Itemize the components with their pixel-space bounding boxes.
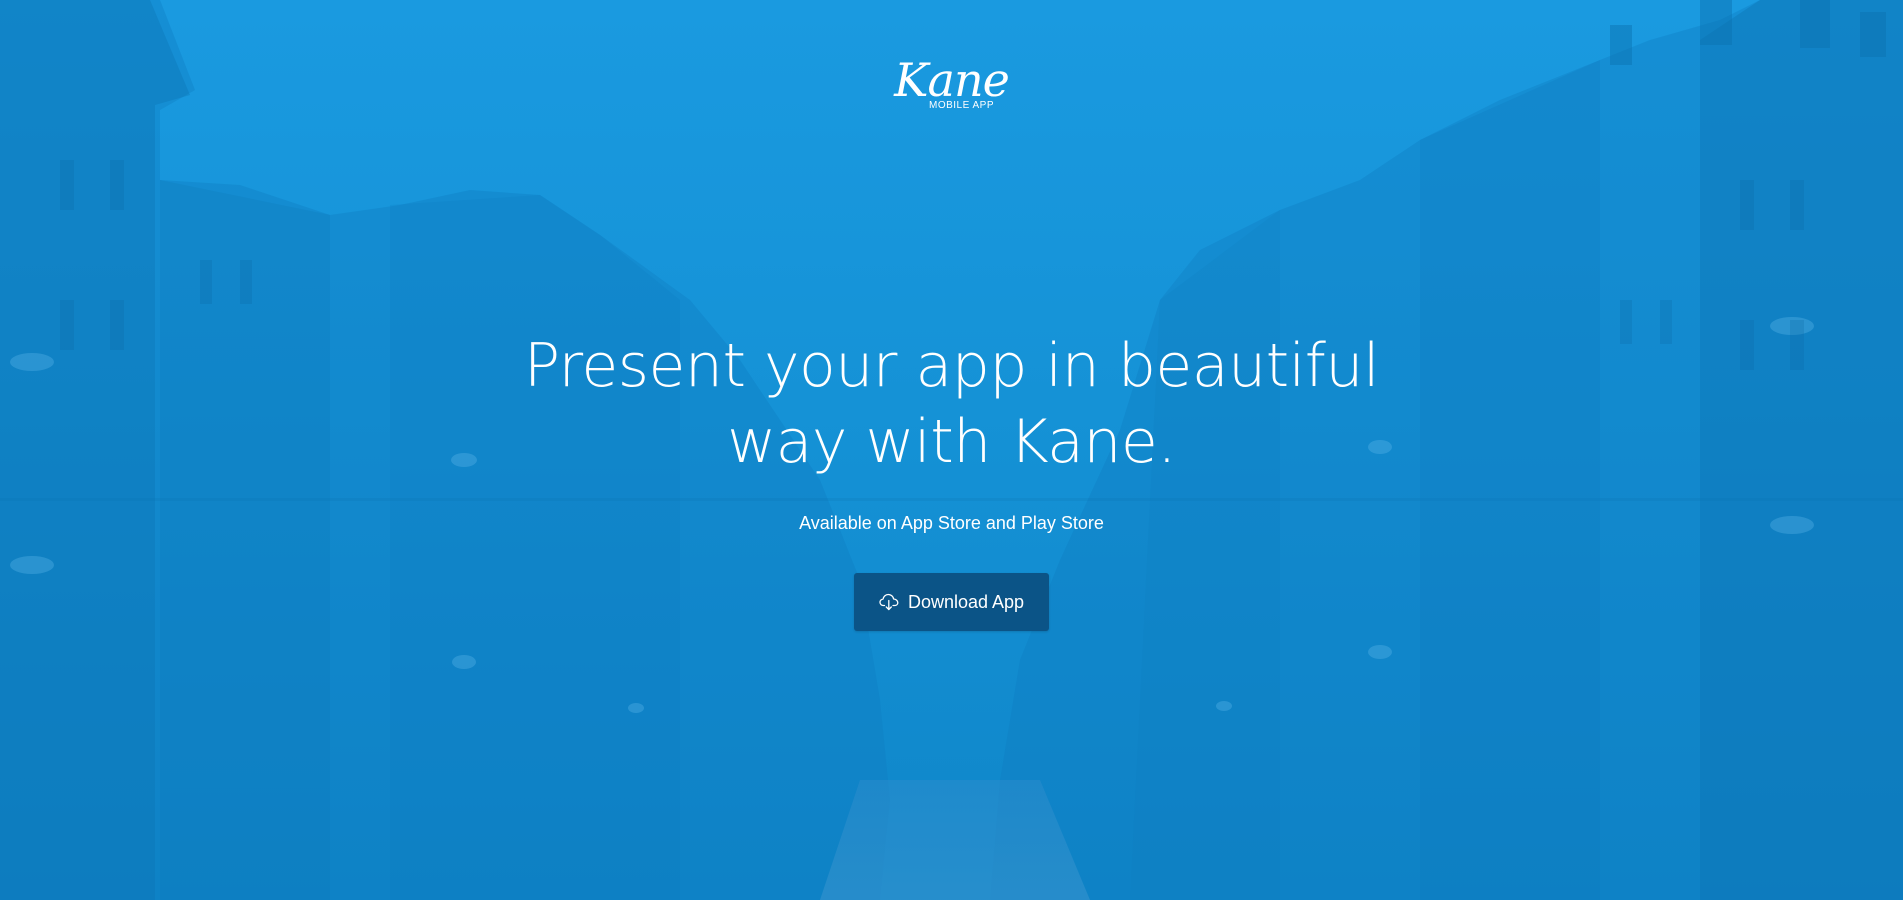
hero-subtitle: Available on App Store and Play Store	[799, 513, 1104, 533]
brand-name: Kane	[894, 53, 1010, 107]
download-app-label: Download App	[907, 591, 1025, 612]
brand-logo[interactable]: Kane MOBILE APP	[0, 56, 1903, 111]
hero-headline-line-2: way with Kane.	[727, 407, 1176, 477]
hero-headline: Present your app in beautiful way with K…	[0, 328, 1903, 480]
cloud-download-icon	[879, 593, 899, 611]
hero-headline-line-1: Present your app in beautiful	[523, 331, 1380, 401]
download-app-button[interactable]: Download App	[854, 573, 1049, 631]
hero-section: Kane MOBILE APP Present your app in beau…	[0, 0, 1903, 900]
